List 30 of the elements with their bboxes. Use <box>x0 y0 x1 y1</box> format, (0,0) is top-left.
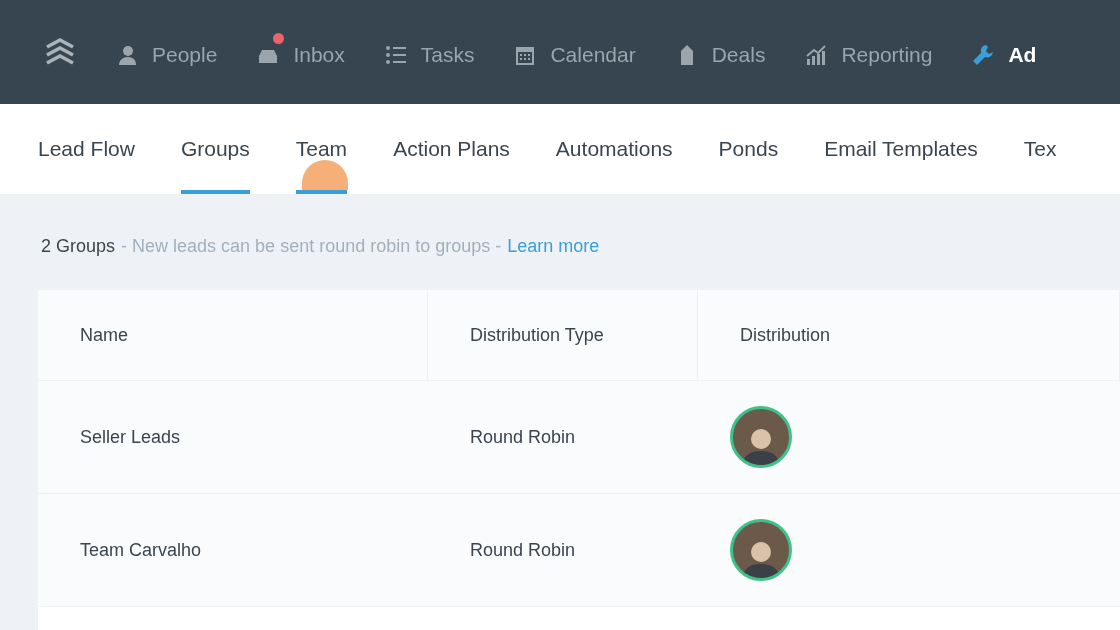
sub-tab[interactable]: Groups <box>180 104 250 194</box>
person-icon <box>116 44 138 66</box>
hint-text: - New leads can be sent round robin to groups - <box>121 236 502 258</box>
column-header: Distribution <box>698 290 1120 380</box>
logo-icon[interactable] <box>44 37 76 67</box>
sub-tab[interactable]: Lead Flow <box>38 104 135 194</box>
calendar-icon <box>514 44 537 66</box>
nav-item[interactable]: Reporting <box>805 33 933 71</box>
nav-item[interactable]: Inbox <box>257 33 345 71</box>
sub-tab[interactable]: Automations <box>555 104 673 194</box>
wrench-icon <box>972 44 995 66</box>
table-cell: Seller Leads <box>38 381 428 493</box>
sub-tab[interactable]: Team <box>295 104 348 194</box>
nav-item[interactable]: Calendar <box>514 33 636 71</box>
sub-tab[interactable]: Action Plans <box>393 104 510 194</box>
table-cell: Team Carvalho <box>38 494 428 606</box>
list-icon <box>384 44 407 66</box>
group-count: 2 Groups <box>41 236 116 258</box>
table-cell: Round Robin <box>428 381 698 493</box>
table-cell: Round Robin <box>428 494 698 606</box>
nav-item[interactable]: Ad <box>972 33 1037 71</box>
bar-chart-icon <box>805 44 828 66</box>
sub-tab[interactable]: Email Templates <box>824 104 978 194</box>
sub-tab[interactable]: Tex <box>1023 104 1057 194</box>
nav-item[interactable]: Tasks <box>384 33 475 71</box>
column-header: Distribution Type <box>428 290 698 380</box>
nav-item[interactable]: People <box>116 33 218 71</box>
column-header: Name <box>38 290 428 380</box>
nav-item[interactable]: Deals <box>675 33 766 71</box>
sub-tab[interactable]: Ponds <box>718 104 779 194</box>
